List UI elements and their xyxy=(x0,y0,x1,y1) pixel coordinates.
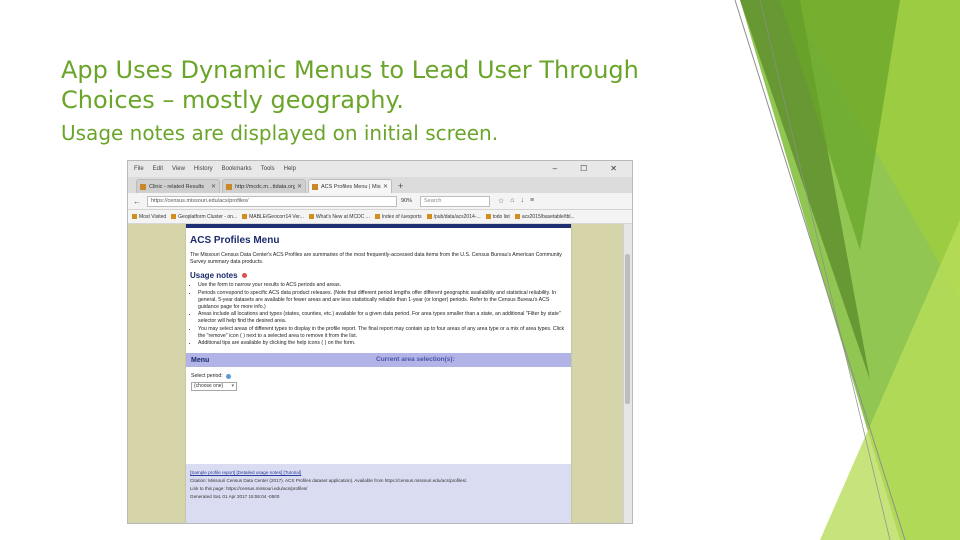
usage-note-item: Periods correspond to specific ACS data … xyxy=(198,290,567,311)
usage-notes-list: Use the form to narrow your results to A… xyxy=(190,282,567,347)
menu-label: Menu xyxy=(191,356,210,364)
menu-history[interactable]: History xyxy=(194,166,213,172)
bookmark-item[interactable]: What's New at MCDC ... xyxy=(308,213,370,220)
bookmark-icon xyxy=(171,214,177,219)
tab-close-icon[interactable]: ✕ xyxy=(383,183,388,190)
usage-note-item: You may select areas of different types … xyxy=(198,326,567,340)
slide-subtitle: Usage notes are displayed on initial scr… xyxy=(61,121,499,145)
bookmark-icon xyxy=(308,214,314,219)
menu-form: Select period: (choose one) ▾ xyxy=(186,367,571,405)
intro-text: The Missouri Census Data Center's ACS Pr… xyxy=(190,252,562,265)
select-period-label: Select period: xyxy=(191,373,566,380)
browser-menubar: File Edit View History Bookmarks Tools H… xyxy=(128,161,632,177)
bookmark-item[interactable]: /pub/data/acs2014-... xyxy=(426,213,481,220)
usage-note-item: Use the form to narrow your results to A… xyxy=(198,282,567,289)
back-icon[interactable]: ← xyxy=(133,197,141,206)
acs-profiles-page: ACS Profiles Menu The Missouri Census Da… xyxy=(185,224,572,523)
browser-screenshot: File Edit View History Bookmarks Tools H… xyxy=(127,160,633,524)
tab-2[interactable]: http://mcdc.m...ttdata.org/ ✕ xyxy=(222,179,306,193)
toolbar-icons: ☆ ⌂ ↓ ≡ xyxy=(498,197,534,205)
menu-help[interactable]: Help xyxy=(284,166,296,172)
bookmark-icon xyxy=(132,214,137,219)
usage-note-item: Areas include all locations and types (s… xyxy=(198,311,567,325)
footer-page-link: Link to this page: https://census.missou… xyxy=(190,486,308,491)
scrollbar-thumb[interactable] xyxy=(625,254,630,404)
url-text: https://census.missouri.edu/acs/profiles… xyxy=(151,198,249,204)
menu-icon[interactable]: ≡ xyxy=(530,197,534,205)
navigation-bar: ← https://census.missouri.edu/acs/profil… xyxy=(128,193,632,210)
star-icon[interactable]: ☆ xyxy=(498,197,504,205)
bookmark-item[interactable]: todo list xyxy=(485,213,510,220)
menu-bookmarks[interactable]: Bookmarks xyxy=(222,166,252,172)
tab-label: ACS Profiles Menu | Missouri C... xyxy=(321,183,381,190)
browser-viewport: ACS Profiles Menu The Missouri Census Da… xyxy=(128,224,632,523)
usage-notes-heading: Usage notes xyxy=(190,271,567,280)
page-heading: ACS Profiles Menu xyxy=(190,235,280,246)
tab-label: http://mcdc.m...ttdata.org/ xyxy=(235,183,295,190)
vertical-scrollbar[interactable] xyxy=(623,224,632,523)
current-selection-label: Current area selection(s): xyxy=(376,356,455,363)
collapse-icon[interactable] xyxy=(241,273,247,278)
bookmark-icon xyxy=(242,214,248,219)
page-header-strip xyxy=(186,224,571,228)
bookmark-icon xyxy=(374,214,380,219)
address-bar[interactable]: https://census.missouri.edu/acs/profiles… xyxy=(147,195,397,207)
bookmark-icon xyxy=(426,214,432,219)
new-tab-icon[interactable]: + xyxy=(398,181,403,191)
chevron-down-icon: ▾ xyxy=(231,383,234,389)
period-select-value: (choose one) xyxy=(194,383,224,389)
select-period-text: Select period: xyxy=(191,373,223,379)
favicon-icon xyxy=(140,183,146,190)
footer-generated: Generated Sat, 01 Apr 2017 15:55:04 -050… xyxy=(190,494,280,499)
bookmarks-bar: Most Visited Geoplatform Cluster - on...… xyxy=(128,210,632,224)
help-icon[interactable] xyxy=(225,374,231,379)
bookmark-icon xyxy=(485,214,491,219)
bookmark-item[interactable]: Index of /uexports xyxy=(374,213,422,220)
favicon-icon xyxy=(312,183,318,190)
footer-citation: Citation: Missouri Census Data Center (2… xyxy=(190,478,468,483)
slide-title-line-1: App Uses Dynamic Menus to Lead User Thro… xyxy=(61,56,639,84)
bookmark-label: Geoplatform Cluster - on... xyxy=(178,213,238,220)
bookmark-label: todo list xyxy=(492,213,510,220)
footer-links[interactable]: [Sample profile report] [Detailed usage … xyxy=(190,469,567,477)
bookmark-label: acs2015/basetable/tbl... xyxy=(521,213,575,220)
bookmark-item[interactable]: Most Visited xyxy=(132,214,166,220)
close-icon[interactable]: ✕ xyxy=(610,164,617,173)
page-footer: [Sample profile report] [Detailed usage … xyxy=(186,464,571,523)
menu-file[interactable]: File xyxy=(134,166,144,172)
menu-tools[interactable]: Tools xyxy=(261,166,275,172)
zoom-level[interactable]: 90% xyxy=(401,198,412,204)
bookmark-label: MABLE/Geocorr14 Ver... xyxy=(249,213,304,220)
tab-close-icon[interactable]: ✕ xyxy=(297,183,302,190)
tab-1[interactable]: Clinic - related Results ✕ xyxy=(136,179,220,193)
bookmark-item[interactable]: Geoplatform Cluster - on... xyxy=(171,214,237,220)
minimize-icon[interactable]: – xyxy=(553,164,557,173)
download-icon[interactable]: ↓ xyxy=(521,197,525,205)
usage-note-item: Additional tips are available by clickin… xyxy=(198,340,567,347)
search-placeholder: Search xyxy=(424,198,442,204)
bookmark-item[interactable]: MABLE/Geocorr14 Ver... xyxy=(242,214,304,220)
search-input[interactable]: Search xyxy=(420,195,491,207)
bookmark-label: Index of /uexports xyxy=(381,213,422,220)
home-icon[interactable]: ⌂ xyxy=(510,197,514,205)
menu-header-bar: Menu Current area selection(s): xyxy=(186,353,571,367)
bookmark-icon xyxy=(514,214,520,219)
bookmark-label: What's New at MCDC ... xyxy=(315,213,370,220)
period-select[interactable]: (choose one) ▾ xyxy=(191,382,237,391)
menu-view[interactable]: View xyxy=(172,166,185,172)
usage-notes-label: Usage notes xyxy=(190,271,238,280)
bookmark-label: Most Visited xyxy=(139,213,167,220)
tab-bar: Clinic - related Results ✕ http://mcdc.m… xyxy=(128,177,632,193)
menu-edit[interactable]: Edit xyxy=(153,166,163,172)
window-controls: – ☐ ✕ xyxy=(553,164,626,173)
maximize-icon[interactable]: ☐ xyxy=(580,164,587,173)
tab-close-icon[interactable]: ✕ xyxy=(211,183,216,190)
bookmark-label: /pub/data/acs2014-... xyxy=(433,213,481,220)
bookmark-item[interactable]: acs2015/basetable/tbl... xyxy=(514,213,575,220)
slide-title: App Uses Dynamic Menus to Lead User Thro… xyxy=(61,55,701,115)
tab-3-active[interactable]: ACS Profiles Menu | Missouri C... ✕ xyxy=(308,179,392,193)
slide-title-line-2: Choices – mostly geography. xyxy=(61,86,404,114)
tab-label: Clinic - related Results xyxy=(149,183,205,190)
favicon-icon xyxy=(226,183,232,190)
